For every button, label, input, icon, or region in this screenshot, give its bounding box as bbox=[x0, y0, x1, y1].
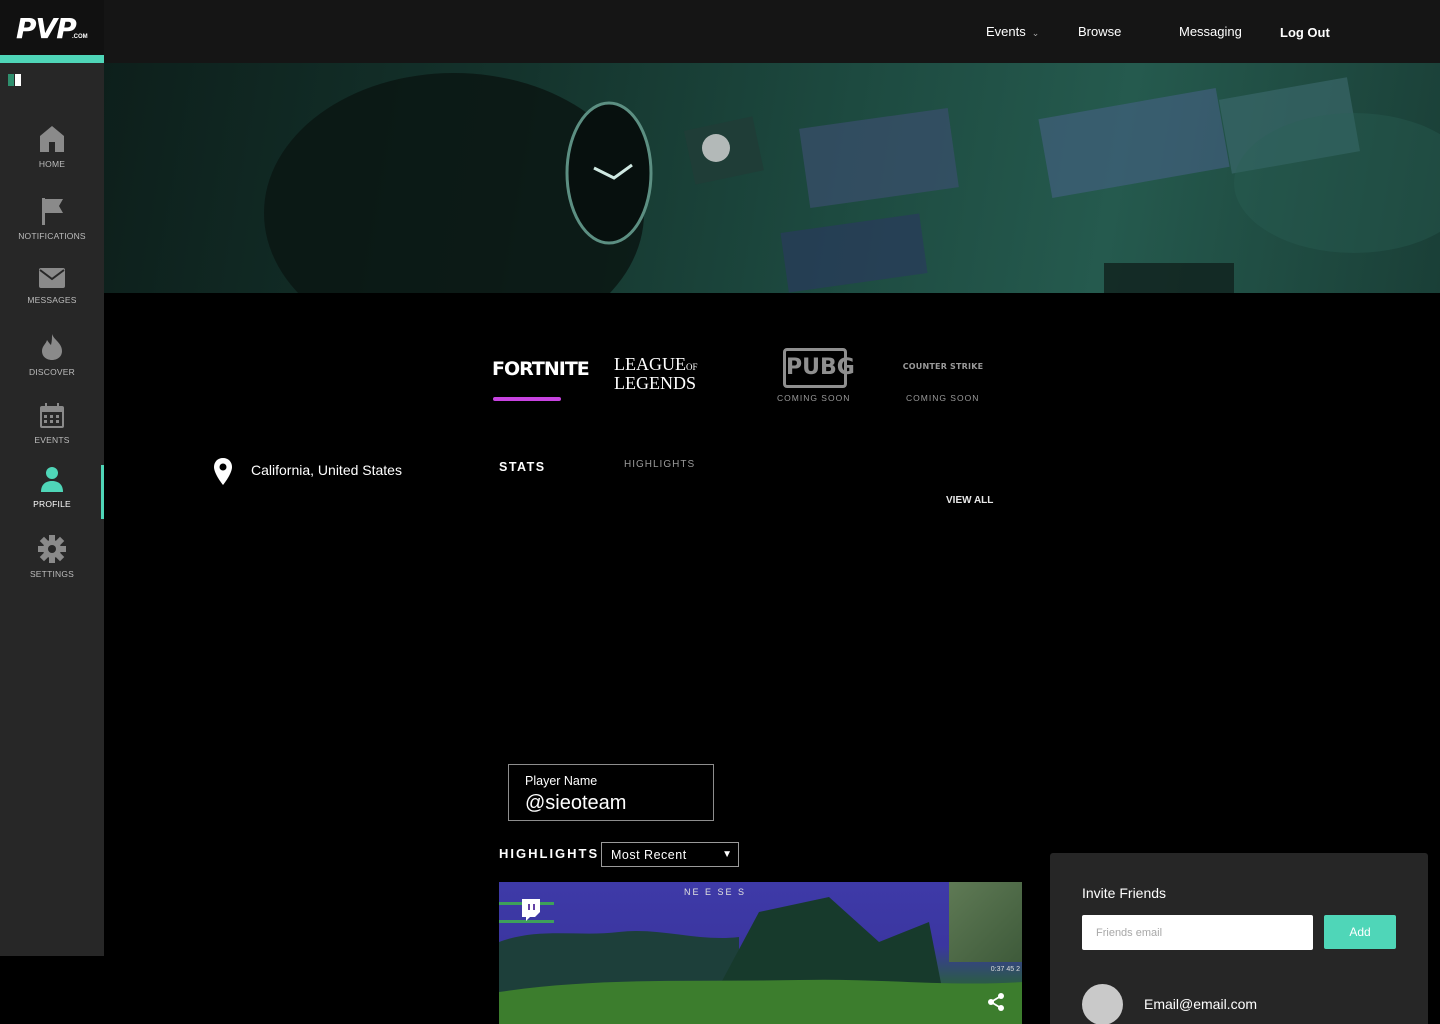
tab-highlights[interactable]: HIGHLIGHTS bbox=[624, 459, 695, 470]
banner-illustration bbox=[264, 73, 1440, 293]
lol-logo-of: OF bbox=[685, 362, 698, 372]
game-hud-stats: 0:37 45 2 bbox=[990, 966, 1020, 973]
nav-browse-link[interactable]: Browse bbox=[1078, 24, 1121, 39]
envelope-icon bbox=[39, 268, 65, 288]
logo-suffix: .COM bbox=[72, 34, 88, 40]
nav-events-dropdown[interactable]: Events ⌄ bbox=[986, 24, 1039, 39]
sidebar-item-label: HOME bbox=[38, 159, 66, 169]
sidebar-item-events[interactable]: EVENTS bbox=[0, 403, 104, 463]
sidebar-item-label: DISCOVER bbox=[29, 367, 75, 377]
game-tab-active-underline bbox=[493, 397, 561, 401]
sidebar-item-settings[interactable]: SETTINGS bbox=[0, 535, 104, 595]
sidebar-item-label: NOTIFICATIONS bbox=[18, 231, 86, 241]
profile-location: California, United States bbox=[251, 462, 402, 478]
logo[interactable]: PVP .COM bbox=[0, 0, 104, 63]
game-tab-pubg[interactable]: PUBG bbox=[783, 348, 855, 388]
caret-down-icon: ▼ bbox=[722, 849, 732, 860]
avatar bbox=[1082, 984, 1123, 1024]
twitch-icon bbox=[522, 899, 540, 921]
sidebar-item-label: MESSAGES bbox=[27, 295, 77, 305]
player-name-value: @sieoteam bbox=[525, 792, 627, 814]
logo-accent-bar bbox=[0, 55, 104, 63]
sidebar-item-profile[interactable]: PROFILE bbox=[0, 465, 104, 525]
friend-email: Email@email.com bbox=[1144, 996, 1258, 1012]
game-tab-fortnite[interactable]: FORTNITE bbox=[492, 358, 590, 380]
invite-friends-card: Invite Friends Add Email@email.com bbox=[1050, 853, 1428, 1024]
add-friend-button[interactable]: Add bbox=[1324, 915, 1396, 949]
sidebar-item-label: PROFILE bbox=[33, 499, 71, 509]
game-tab-league-of-legends[interactable]: LEAGUEOF LEGENDS bbox=[614, 354, 704, 393]
game-compass: NE E SE S bbox=[684, 887, 747, 897]
highlights-sort-value: Most Recent bbox=[611, 848, 687, 862]
nav-events-label: Events bbox=[986, 24, 1026, 39]
sidebar-item-label: SETTINGS bbox=[29, 569, 75, 579]
highlights-sort-select[interactable]: Most Recent ▼ bbox=[601, 842, 739, 867]
logout-link[interactable]: Log Out bbox=[1280, 25, 1330, 40]
home-icon bbox=[40, 126, 64, 152]
highlights-heading: HIGHLIGHTS bbox=[499, 846, 600, 861]
share-icon[interactable] bbox=[986, 992, 1006, 1012]
player-name-field[interactable]: Player Name @sieoteam bbox=[508, 764, 714, 821]
sidebar-collapse-icon[interactable] bbox=[8, 74, 24, 86]
profile-banner-image bbox=[104, 63, 1440, 293]
sidebar-item-home[interactable]: HOME bbox=[0, 125, 104, 185]
flame-icon bbox=[42, 334, 62, 360]
sidebar-item-messages[interactable]: MESSAGES bbox=[0, 267, 104, 327]
location-pin-icon bbox=[214, 458, 232, 485]
friends-email-input[interactable] bbox=[1082, 915, 1313, 950]
calendar-icon bbox=[40, 403, 64, 428]
game-minimap bbox=[949, 882, 1022, 962]
flag-icon bbox=[42, 198, 63, 225]
game-scene bbox=[499, 897, 1022, 1024]
view-all-link[interactable]: VIEW ALL bbox=[946, 495, 993, 506]
tab-stats[interactable]: STATS bbox=[499, 460, 546, 474]
person-icon bbox=[41, 467, 63, 492]
lol-logo-line1: LEAGUE bbox=[614, 354, 686, 374]
sidebar: HOME NOTIFICATIONS MESSAGES DISCOVER EVE… bbox=[0, 63, 104, 956]
game-tab-counter-strike[interactable]: COUNTER STRIKE bbox=[893, 362, 993, 371]
sidebar-item-discover[interactable]: DISCOVER bbox=[0, 333, 104, 393]
chevron-down-icon: ⌄ bbox=[1031, 28, 1040, 38]
highlight-video-thumbnail[interactable]: NE E SE S 0:37 45 2 bbox=[499, 882, 1022, 1024]
player-name-label: Player Name bbox=[525, 774, 598, 788]
lol-logo-line2: LEGENDS bbox=[614, 373, 696, 393]
cs-coming-soon-label: COMING SOON bbox=[906, 393, 980, 403]
gear-icon bbox=[38, 535, 66, 563]
logo-wordmark: PVP bbox=[16, 12, 77, 45]
sidebar-item-label: EVENTS bbox=[34, 435, 70, 445]
active-indicator bbox=[101, 465, 104, 519]
pubg-coming-soon-label: COMING SOON bbox=[777, 393, 851, 403]
sidebar-item-notifications[interactable]: NOTIFICATIONS bbox=[0, 197, 104, 257]
top-navbar: PVP .COM Events ⌄ Browse Messaging Log Ou… bbox=[0, 0, 1440, 63]
nav-messaging-link[interactable]: Messaging bbox=[1179, 24, 1242, 39]
invite-friends-title: Invite Friends bbox=[1082, 885, 1167, 901]
